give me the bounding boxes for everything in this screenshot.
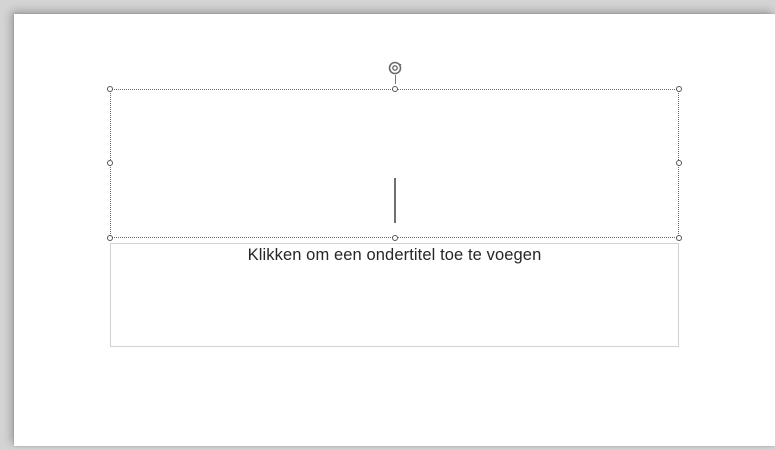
rotate-handle-icon[interactable]: [387, 60, 403, 76]
resize-handle-bottom[interactable]: [392, 235, 398, 241]
subtitle-placeholder-text[interactable]: Klikken om een ondertitel toe te voegen: [111, 246, 678, 265]
resize-handle-top[interactable]: [392, 86, 398, 92]
subtitle-placeholder[interactable]: Klikken om een ondertitel toe te voegen: [110, 243, 679, 347]
text-cursor: [394, 178, 396, 223]
rotate-handle-stem: [395, 75, 396, 84]
resize-handle-right[interactable]: [676, 160, 682, 166]
slide-canvas[interactable]: Klikken om een ondertitel toe te voegen: [14, 14, 775, 446]
resize-handle-top-right[interactable]: [676, 86, 682, 92]
resize-handle-bottom-left[interactable]: [107, 235, 113, 241]
editor-workspace: Klikken om een ondertitel toe te voegen: [0, 0, 775, 450]
resize-handle-top-left[interactable]: [107, 86, 113, 92]
resize-handle-left[interactable]: [107, 160, 113, 166]
resize-handle-bottom-right[interactable]: [676, 235, 682, 241]
